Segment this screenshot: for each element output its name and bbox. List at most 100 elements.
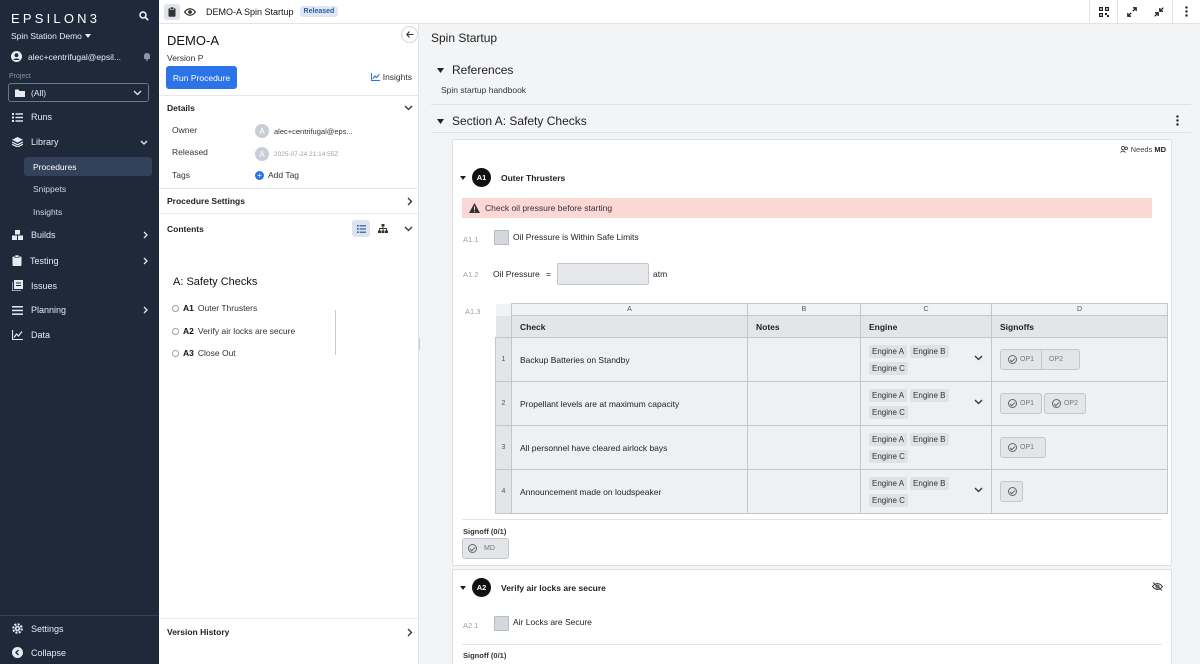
- avatar: A: [255, 124, 269, 138]
- details-heading: Details: [167, 103, 195, 113]
- plus-icon: +: [255, 170, 264, 180]
- nav-library-label: Library: [31, 137, 59, 147]
- step-signoff-button[interactable]: MD: [462, 538, 509, 559]
- released-timestamp: 2025-07-24 21:14:55Z: [274, 150, 339, 158]
- nav-library[interactable]: Library: [12, 137, 152, 147]
- step-header[interactable]: A1 Outer Thrusters: [460, 168, 565, 187]
- bell-icon[interactable]: [143, 52, 151, 61]
- nav-insights[interactable]: Insights: [24, 202, 152, 221]
- row-number: 4: [495, 469, 512, 514]
- nav-data[interactable]: Data: [12, 330, 152, 340]
- add-tag-button[interactable]: + Add Tag: [255, 170, 299, 180]
- compress-button[interactable]: [1145, 0, 1172, 23]
- user-menu[interactable]: alec+centrifugal@epsil...: [11, 51, 151, 62]
- section-header[interactable]: Section A: Safety Checks: [437, 114, 587, 128]
- signoffs-cell: OP1 OP2: [991, 381, 1168, 426]
- clipboard-icon: [12, 255, 22, 266]
- eye-icon: [184, 7, 196, 16]
- list-icon: [356, 224, 366, 233]
- engine-chips: Engine A Engine B Engine C: [869, 388, 969, 419]
- signoff-button[interactable]: OP2: [1041, 350, 1070, 369]
- line-chart-icon: [370, 73, 380, 81]
- collapse-panel-button[interactable]: [401, 26, 418, 43]
- engine-select[interactable]: Engine A Engine B Engine C: [860, 337, 992, 382]
- procedure-view-button[interactable]: [164, 3, 180, 20]
- section-menu-button[interactable]: [1176, 115, 1179, 126]
- list-view-button[interactable]: [352, 220, 370, 237]
- app-logo[interactable]: EPSILON3: [11, 11, 100, 26]
- notes-cell[interactable]: [747, 337, 861, 382]
- checkbox[interactable]: [494, 230, 509, 245]
- notes-cell[interactable]: [747, 381, 861, 426]
- nav-testing-label: Testing: [30, 255, 59, 266]
- section-heading: Section A: Safety Checks: [452, 114, 587, 128]
- input-unit: atm: [653, 269, 668, 279]
- project-select[interactable]: (All): [8, 83, 149, 102]
- nav-snippets[interactable]: Snippets: [24, 179, 152, 198]
- blank-cell: [495, 315, 512, 338]
- signoffs-cell: [991, 469, 1168, 514]
- check-circle-icon: [1052, 399, 1062, 408]
- nav-procedures[interactable]: Procedures: [24, 157, 152, 176]
- toc-item[interactable]: A1 Outer Thrusters: [172, 303, 257, 313]
- nav-issues[interactable]: Issues: [12, 280, 152, 291]
- signoff-button-group[interactable]: OP1 OP2: [1000, 349, 1080, 370]
- chevron-right-icon: [407, 197, 413, 205]
- expand-button[interactable]: [1118, 0, 1145, 23]
- toc-item[interactable]: A3 Close Out: [172, 348, 236, 358]
- qr-code-button[interactable]: [1090, 0, 1117, 23]
- details-header[interactable]: Details: [167, 103, 413, 113]
- reference-item[interactable]: Spin startup handbook: [441, 85, 526, 95]
- nav-settings[interactable]: Settings: [12, 623, 152, 634]
- signoff-button[interactable]: [1000, 481, 1023, 502]
- engine-chip: Engine C: [869, 361, 908, 375]
- insights-link[interactable]: Insights: [370, 72, 412, 82]
- more-menu-button[interactable]: [1173, 0, 1200, 23]
- signoff-segment: MD: [463, 539, 502, 558]
- engine-select[interactable]: Engine A Engine B Engine C: [860, 381, 992, 426]
- column-letter: D: [991, 303, 1168, 316]
- owner-value[interactable]: A alec+centrifugal@eps...: [255, 124, 353, 138]
- hidden-indicator[interactable]: [1152, 582, 1163, 591]
- engine-chip: Engine A: [869, 432, 908, 446]
- notes-cell[interactable]: [747, 425, 861, 470]
- references-header[interactable]: References: [437, 63, 513, 77]
- nav-collapse[interactable]: Collapse: [12, 647, 152, 658]
- step-header[interactable]: A2 Verify air locks are secure: [460, 578, 606, 597]
- run-procedure-button[interactable]: Run Procedure: [166, 66, 237, 89]
- step-card: Needs MD A1 Outer Thrusters Check oil pr…: [452, 139, 1172, 566]
- team-selector[interactable]: Spin Station Demo: [11, 31, 91, 41]
- chevron-down-icon: [133, 90, 142, 95]
- version-history-header[interactable]: Version History: [167, 627, 413, 637]
- signoff-button[interactable]: OP1: [1001, 350, 1041, 369]
- nav-planning[interactable]: Planning: [12, 305, 152, 315]
- caret-down-icon: [437, 118, 444, 124]
- nav-builds[interactable]: Builds: [12, 230, 152, 240]
- search-icon[interactable]: [139, 11, 149, 21]
- nav-testing[interactable]: Testing: [12, 255, 152, 266]
- preview-button[interactable]: [182, 4, 198, 20]
- needs-role: MD: [1154, 145, 1166, 154]
- signoff-button[interactable]: OP1: [1000, 437, 1046, 458]
- procedure-settings-header[interactable]: Procedure Settings: [167, 196, 413, 206]
- warning-banner: Check oil pressure before starting: [462, 198, 1152, 218]
- toc-section-heading[interactable]: A: Safety Checks: [173, 276, 257, 288]
- signoff-role: OP1: [1020, 356, 1035, 363]
- toc-item-label: Close Out: [197, 348, 236, 358]
- engine-select[interactable]: Engine A Engine B Engine C: [860, 425, 992, 470]
- toc-item[interactable]: A2 Verify air locks are secure: [172, 326, 295, 336]
- version-history-heading: Version History: [167, 627, 230, 637]
- signoff-button[interactable]: OP2: [1044, 393, 1087, 414]
- checkbox[interactable]: [494, 616, 509, 631]
- tree-view-button[interactable]: [374, 220, 392, 237]
- oil-pressure-input[interactable]: [557, 263, 649, 285]
- column-header: Signoffs: [991, 315, 1168, 338]
- engine-select[interactable]: Engine A Engine B Engine C: [860, 469, 992, 514]
- nav-runs[interactable]: Runs: [12, 112, 152, 122]
- engine-chip: Engine A: [869, 476, 908, 490]
- chevron-down-icon: [974, 487, 983, 493]
- notes-cell[interactable]: [747, 469, 861, 514]
- caret-down-icon: [460, 585, 466, 590]
- signoff-button[interactable]: OP1: [1000, 393, 1043, 414]
- step-signoff-label: Signoff (0/1): [463, 651, 507, 660]
